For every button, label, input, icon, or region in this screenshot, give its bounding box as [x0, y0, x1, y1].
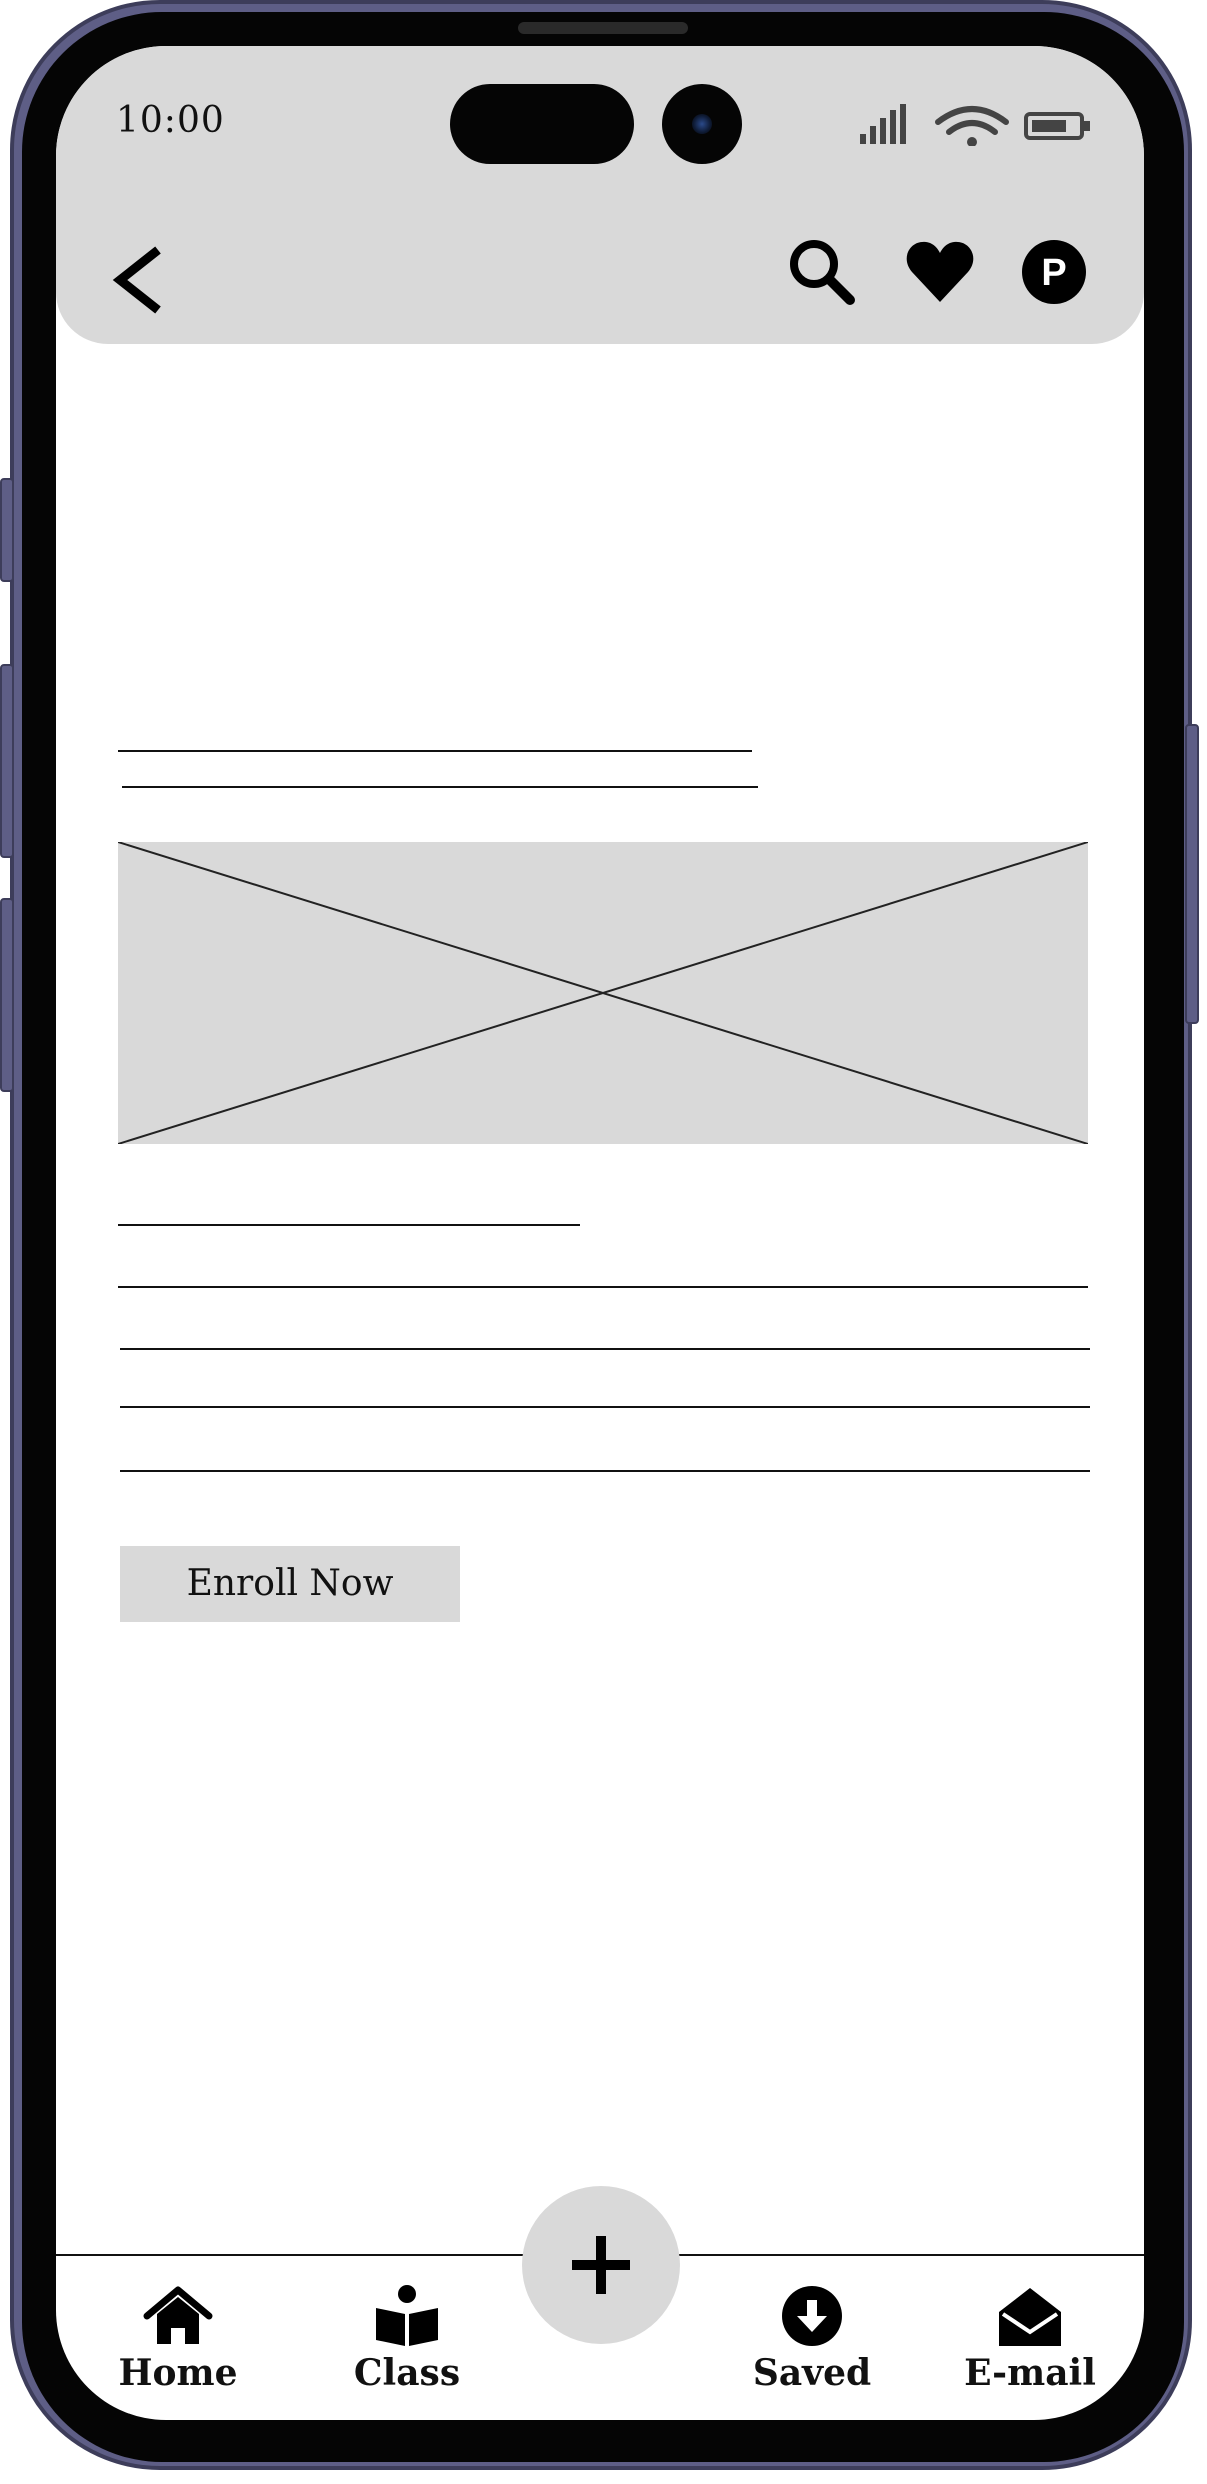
enroll-now-button[interactable]: Enroll Now: [120, 1546, 460, 1622]
profile-button[interactable]: P: [1018, 236, 1090, 308]
paragraph-line-3: [120, 1406, 1090, 1408]
chevron-left-icon: [112, 246, 161, 314]
front-camera: [662, 84, 742, 164]
top-bar: 10:00 P: [56, 46, 1144, 344]
home-icon: [143, 2286, 213, 2344]
heading-line-1: [118, 750, 752, 752]
image-placeholder-cross: [117, 841, 1089, 1145]
paragraph-line-1: [118, 1286, 1088, 1288]
plus-icon: [572, 2236, 630, 2294]
earpiece-speaker: [518, 22, 688, 34]
open-envelope-icon: [999, 2288, 1061, 2346]
add-button[interactable]: [522, 2186, 680, 2344]
search-icon: [790, 240, 855, 305]
tab-class[interactable]: Class: [327, 2284, 487, 2404]
tab-email[interactable]: E-mail: [950, 2284, 1110, 2404]
side-button-volume-up: [0, 664, 14, 858]
paragraph-line-4: [120, 1470, 1090, 1472]
profile-letter: P: [1041, 252, 1066, 294]
tab-home-label: Home: [118, 2352, 238, 2394]
dynamic-island: [450, 84, 634, 164]
side-button-power: [1185, 724, 1199, 1024]
profile-p-icon: P: [1022, 240, 1086, 304]
download-circle-icon: [782, 2286, 842, 2346]
tab-class-label: Class: [353, 2352, 461, 2394]
tab-email-label: E-mail: [964, 2352, 1096, 2394]
status-time: 10:00: [116, 100, 225, 141]
wifi-icon: [935, 106, 1009, 147]
paragraph-line-2: [120, 1348, 1090, 1350]
signal-icon: [860, 104, 1090, 147]
subheading-line: [118, 1224, 580, 1226]
side-button-action: [0, 478, 14, 582]
screen: 10:00 P Enroll Now Home Class Saved E-ma…: [56, 46, 1144, 2420]
heart-icon: [906, 241, 974, 302]
battery-icon: [1024, 112, 1090, 140]
back-button[interactable]: [106, 244, 176, 314]
image-placeholder: [117, 841, 1089, 1145]
status-icons: [856, 102, 1096, 147]
heading-line-2: [122, 786, 758, 788]
search-button[interactable]: [786, 236, 858, 308]
reading-person-icon: [376, 2285, 438, 2346]
tab-home[interactable]: Home: [98, 2284, 258, 2404]
side-button-volume-down: [0, 898, 14, 1092]
tab-saved-label: Saved: [752, 2352, 872, 2394]
tab-saved[interactable]: Saved: [732, 2284, 892, 2404]
favorite-button[interactable]: [904, 238, 976, 310]
